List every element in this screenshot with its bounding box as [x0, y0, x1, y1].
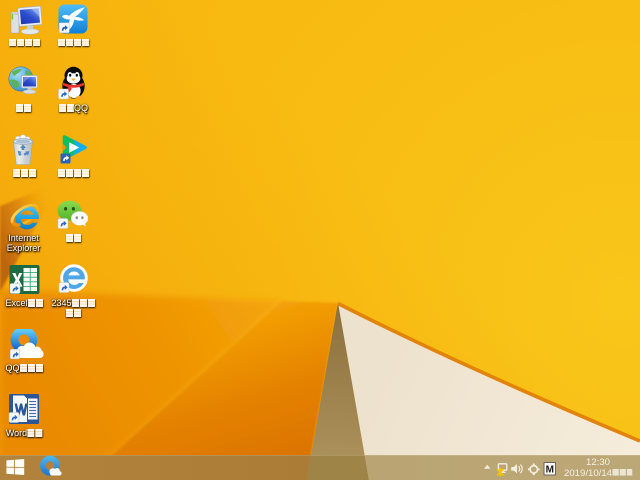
svg-text:2019/10/14: 2019/10/14 — [564, 468, 613, 479]
svg-text:M: M — [546, 465, 554, 476]
svg-text:12:30: 12:30 — [586, 457, 610, 468]
